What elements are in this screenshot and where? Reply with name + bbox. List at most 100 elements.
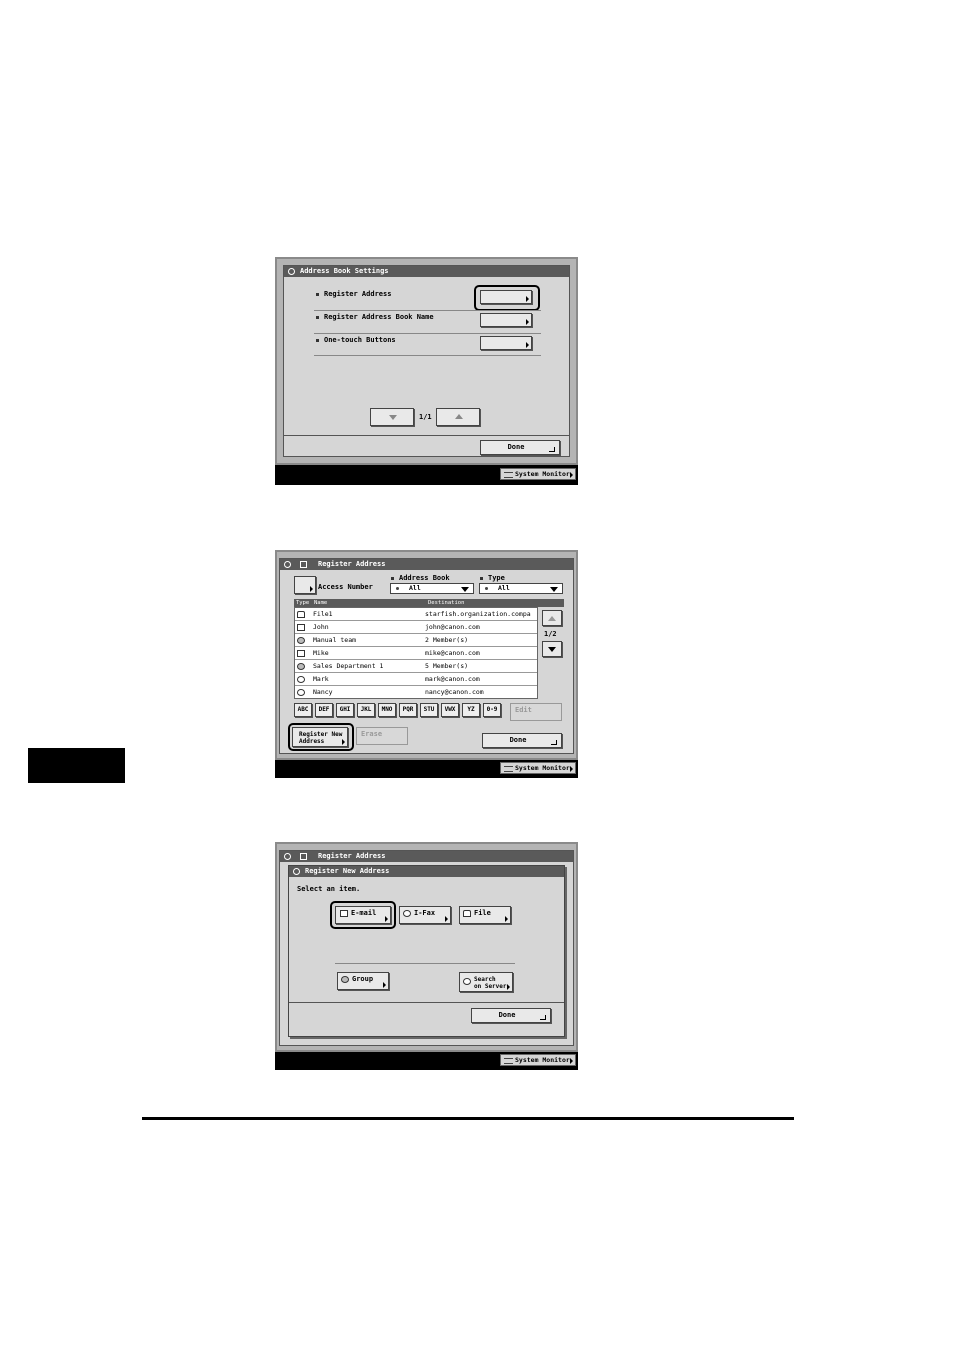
row-destination: starfish.organization.compa (423, 608, 537, 621)
arrow-right-icon (310, 586, 313, 592)
table-row[interactable]: John john@canon.com (295, 620, 537, 634)
done-button[interactable]: Done (482, 733, 562, 748)
bullet-icon (316, 292, 319, 296)
chapter-tab (28, 748, 125, 783)
group-icon (341, 975, 349, 983)
panel: Address Book Settings Register Address R… (283, 265, 570, 457)
table-row[interactable]: Sales Department 15 Member(s) (295, 659, 537, 673)
arrow-right-icon (526, 319, 529, 325)
row-destination: john@canon.com (423, 620, 537, 634)
scroll-up-button[interactable] (436, 408, 480, 426)
bullet-icon (391, 576, 394, 580)
bullet-icon (316, 315, 319, 319)
access-number-button[interactable] (294, 576, 316, 594)
return-icon (540, 1015, 546, 1020)
page-indicator: 1/2 (544, 630, 557, 638)
key-0-9[interactable]: 0-9 (483, 703, 501, 717)
arrow-right-icon (505, 916, 508, 922)
triangle-up-icon (548, 616, 556, 621)
panel: Register Address Access Number Address B… (279, 558, 574, 754)
row-name: Mike (311, 646, 423, 660)
footer-rule (142, 1117, 794, 1120)
key-vwx[interactable]: VWX (441, 703, 459, 717)
key-abc[interactable]: ABC (294, 703, 312, 717)
pencil-icon (300, 561, 307, 568)
table-row[interactable]: Mark mark@canon.com (295, 672, 537, 686)
file-icon (297, 610, 305, 618)
row-name: Manual team (311, 633, 423, 647)
highlight-ring (474, 285, 540, 311)
ifax-button[interactable]: I-Fax (399, 906, 451, 924)
title-bar: Register Address (280, 559, 573, 570)
key-ghi[interactable]: GHI (336, 703, 354, 717)
row-name: Mark (311, 672, 423, 686)
monitor-icon (504, 1058, 513, 1064)
row-name: Sales Department 1 (311, 659, 423, 673)
done-button[interactable]: Done (471, 1008, 551, 1023)
key-yz[interactable]: YZ (462, 703, 480, 717)
app-icon (288, 268, 295, 275)
edit-button[interactable]: Edit (510, 703, 562, 721)
divider (314, 310, 541, 311)
column-destination: Destination (428, 600, 465, 606)
dialog: Register New Address Select an item. E-m… (288, 865, 565, 1037)
type-dropdown[interactable]: All (479, 583, 563, 594)
screen-title: Register Address (318, 852, 386, 860)
bullet-icon (316, 338, 319, 342)
triangle-up-icon (455, 414, 463, 419)
table-row[interactable]: Manual team 2 Member(s) (295, 633, 537, 647)
key-stu[interactable]: STU (420, 703, 438, 717)
scroll-down-button[interactable] (370, 408, 414, 426)
file-button[interactable]: File (459, 906, 511, 924)
key-def[interactable]: DEF (315, 703, 333, 717)
address-table: File1 starfish.organization.compa John joh… (295, 608, 537, 698)
search-on-server-button[interactable]: Search on Server (459, 972, 513, 992)
group-icon (297, 662, 305, 670)
register-new-address-screen: Register Address Register New Address Se… (275, 842, 578, 1070)
file-icon (463, 909, 471, 917)
divider (289, 1002, 564, 1003)
app-icon (284, 561, 291, 568)
type-label: Type (480, 574, 505, 582)
key-jkl[interactable]: JKL (357, 703, 375, 717)
register-address-book-name-label: Register Address Book Name (316, 313, 434, 321)
page-indicator: 1/1 (419, 413, 432, 421)
chevron-down-icon (461, 587, 469, 592)
group-button[interactable]: Group (337, 972, 389, 990)
system-monitor-button[interactable]: System Monitor (500, 1054, 576, 1066)
screen-bezel: Address Book Settings Register Address R… (275, 257, 578, 465)
register-address-label: Register Address (316, 290, 391, 298)
table-row[interactable]: Nancy nancy@canon.com (295, 685, 537, 698)
title-bar: Register Address (280, 851, 573, 862)
register-address-screen: Register Address Access Number Address B… (275, 550, 578, 778)
address-book-label: Address Book (391, 574, 450, 582)
monitor-icon (504, 472, 513, 478)
erase-button[interactable]: Erase (356, 727, 408, 745)
done-button[interactable]: Done (480, 440, 560, 455)
group-icon (297, 636, 305, 644)
screen-title: Register Address (318, 560, 386, 568)
pencil-icon (300, 853, 307, 860)
dialog-title: Register New Address (305, 867, 390, 875)
register-address-book-name-button[interactable] (480, 313, 532, 327)
list-header: Type Name Destination (294, 599, 564, 607)
key-mno[interactable]: MNO (378, 703, 396, 717)
row-destination: mark@canon.com (423, 672, 537, 686)
system-monitor-button[interactable]: System Monitor (500, 468, 576, 480)
system-monitor-button[interactable]: System Monitor (500, 762, 576, 774)
row-name: File1 (311, 608, 423, 621)
arrow-right-icon (570, 1058, 573, 1064)
title-bar: Address Book Settings (284, 266, 569, 277)
table-row[interactable]: Mike mike@canon.com (295, 646, 537, 660)
scroll-down-button[interactable] (542, 641, 562, 657)
scroll-up-button[interactable] (542, 610, 562, 626)
address-book-dropdown[interactable]: All (390, 583, 474, 594)
arrow-right-icon (383, 982, 386, 988)
table-row[interactable]: File1 starfish.organization.compa (295, 608, 537, 621)
arrow-right-icon (570, 766, 573, 772)
arrow-right-icon (507, 984, 510, 990)
screen-title: Address Book Settings (300, 267, 389, 275)
key-pqr[interactable]: PQR (399, 703, 417, 717)
one-touch-buttons-button[interactable] (480, 336, 532, 350)
divider (314, 355, 541, 356)
